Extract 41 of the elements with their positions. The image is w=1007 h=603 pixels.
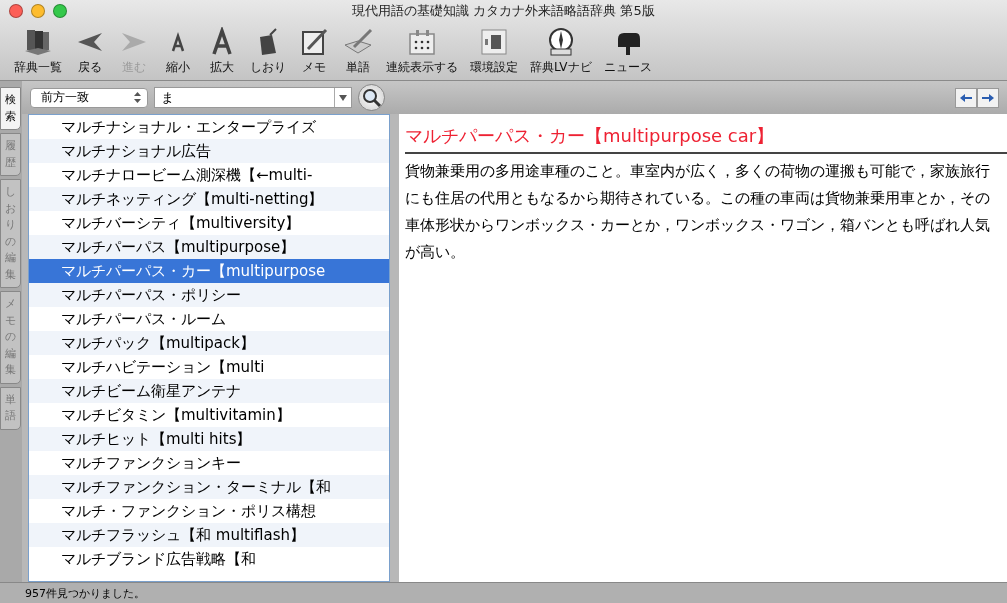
- toolbar-button[interactable]: 環境設定: [466, 27, 522, 76]
- result-item[interactable]: マルチファンクション・ターミナル【和: [29, 475, 389, 499]
- caret-icon: [339, 94, 347, 101]
- next-button[interactable]: [977, 87, 999, 108]
- search-icon: [361, 87, 382, 108]
- status-text: 957件見つかりました。: [0, 582, 1007, 603]
- close-button[interactable]: [9, 4, 23, 18]
- result-item[interactable]: マルチネッティング【multi-netting】: [29, 187, 389, 211]
- search-field[interactable]: ま: [154, 87, 352, 108]
- toolbar-button[interactable]: ニュース: [599, 27, 656, 76]
- toolbar-button[interactable]: 拡大: [202, 27, 242, 76]
- entry-text: 貨物兼乗用の多用途車種のこと。車室内が広く，多くの荷物の運搬も可能で，家族旅行にも住居の代用ともなるから期待されている。この種の車両は貨物兼乗用車とか，その車体形状からワンボックス・カーとか，ワンボックス・ワゴン，箱バンとも呼ばれ人気が高い。: [405, 161, 991, 263]
- left-arrow-icon: [960, 93, 972, 102]
- result-item[interactable]: マルチパック【multipack】: [29, 331, 389, 355]
- result-item[interactable]: マルチパーパス【multipurpose】: [29, 235, 389, 259]
- result-item[interactable]: マルチビーム衛星アンテナ: [29, 379, 389, 403]
- switch-panel-icon: [478, 27, 510, 57]
- toolbar-button[interactable]: しおり: [246, 27, 290, 76]
- zoom-button[interactable]: [53, 4, 67, 18]
- result-item[interactable]: マルチナショナル広告: [29, 139, 389, 163]
- match-mode-select[interactable]: 前方一致: [30, 87, 148, 108]
- entry-headword: マルチパーパス・カー【multipurpose car】: [405, 124, 1007, 154]
- window-title: 現代用語の基礎知識 カタカナ外来語略語辞典 第5版: [352, 2, 655, 20]
- stepper-icon: [134, 92, 141, 103]
- result-item[interactable]: マルチフラッシュ【和 multiflash】: [29, 523, 389, 547]
- calendar-icon: [406, 27, 438, 57]
- result-item[interactable]: マルチパーパス・ポリシー: [29, 283, 389, 307]
- right-arrow-icon: [982, 93, 994, 102]
- previous-button[interactable]: [955, 87, 977, 108]
- side-tab[interactable]: 検索: [0, 87, 21, 130]
- toolbar-button[interactable]: 縮小: [158, 27, 198, 76]
- toolbar-button[interactable]: 辞典一覧: [10, 27, 66, 76]
- result-item[interactable]: マルチパーパス・カー【multipurpose: [29, 259, 389, 283]
- toolbar-button[interactable]: 辞典LVナビ: [526, 27, 596, 76]
- minimize-button[interactable]: [31, 4, 45, 18]
- search-button[interactable]: [358, 84, 385, 111]
- toolbar-button[interactable]: メモ: [294, 27, 334, 76]
- toolbar-button[interactable]: 戻る: [70, 27, 110, 76]
- toolbar-button[interactable]: 連続表示する: [382, 27, 462, 76]
- result-item[interactable]: マルチヒット【multi hits】: [29, 427, 389, 451]
- toolbar-button[interactable]: 単語: [338, 27, 378, 76]
